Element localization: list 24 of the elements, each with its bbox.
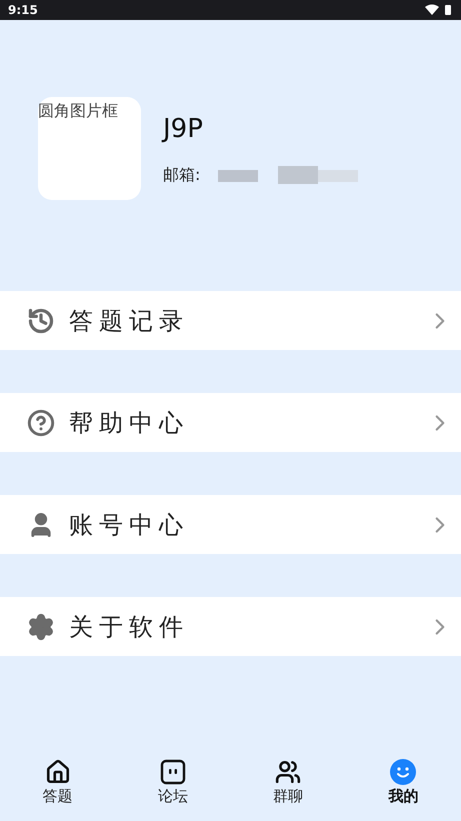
menu-item[interactable]: 答题记录 bbox=[0, 291, 461, 350]
nav-tab[interactable]: 我的 bbox=[368, 758, 438, 807]
home-icon bbox=[44, 758, 71, 784]
menu-label: 帮助中心 bbox=[69, 408, 190, 438]
menu-item[interactable]: 账号中心 bbox=[0, 495, 461, 554]
broken-image-alt-text: 圆角图片框 bbox=[38, 100, 119, 122]
nav-tab[interactable]: 论坛 bbox=[138, 758, 208, 807]
email-label: 邮箱: bbox=[163, 164, 200, 186]
nav-tab[interactable]: 答题 bbox=[22, 758, 93, 807]
chat-box-icon bbox=[160, 758, 186, 784]
wifi-battery-icon bbox=[425, 4, 453, 16]
menu-label: 答题记录 bbox=[69, 306, 190, 336]
menu-label: 关于软件 bbox=[69, 612, 190, 642]
gear-icon bbox=[27, 612, 55, 640]
nav-tab[interactable]: 群聊 bbox=[253, 758, 324, 807]
history-icon bbox=[27, 306, 55, 334]
status-time: 9:15 bbox=[8, 2, 38, 19]
menu-item[interactable]: 帮助中心 bbox=[0, 393, 461, 452]
menu-item[interactable]: 关于软件 bbox=[0, 597, 461, 656]
help-icon bbox=[27, 408, 55, 436]
menu-label: 账号中心 bbox=[69, 510, 190, 540]
user-name: J9P bbox=[163, 113, 204, 146]
smiley-icon bbox=[390, 758, 416, 784]
people-icon bbox=[275, 758, 302, 784]
